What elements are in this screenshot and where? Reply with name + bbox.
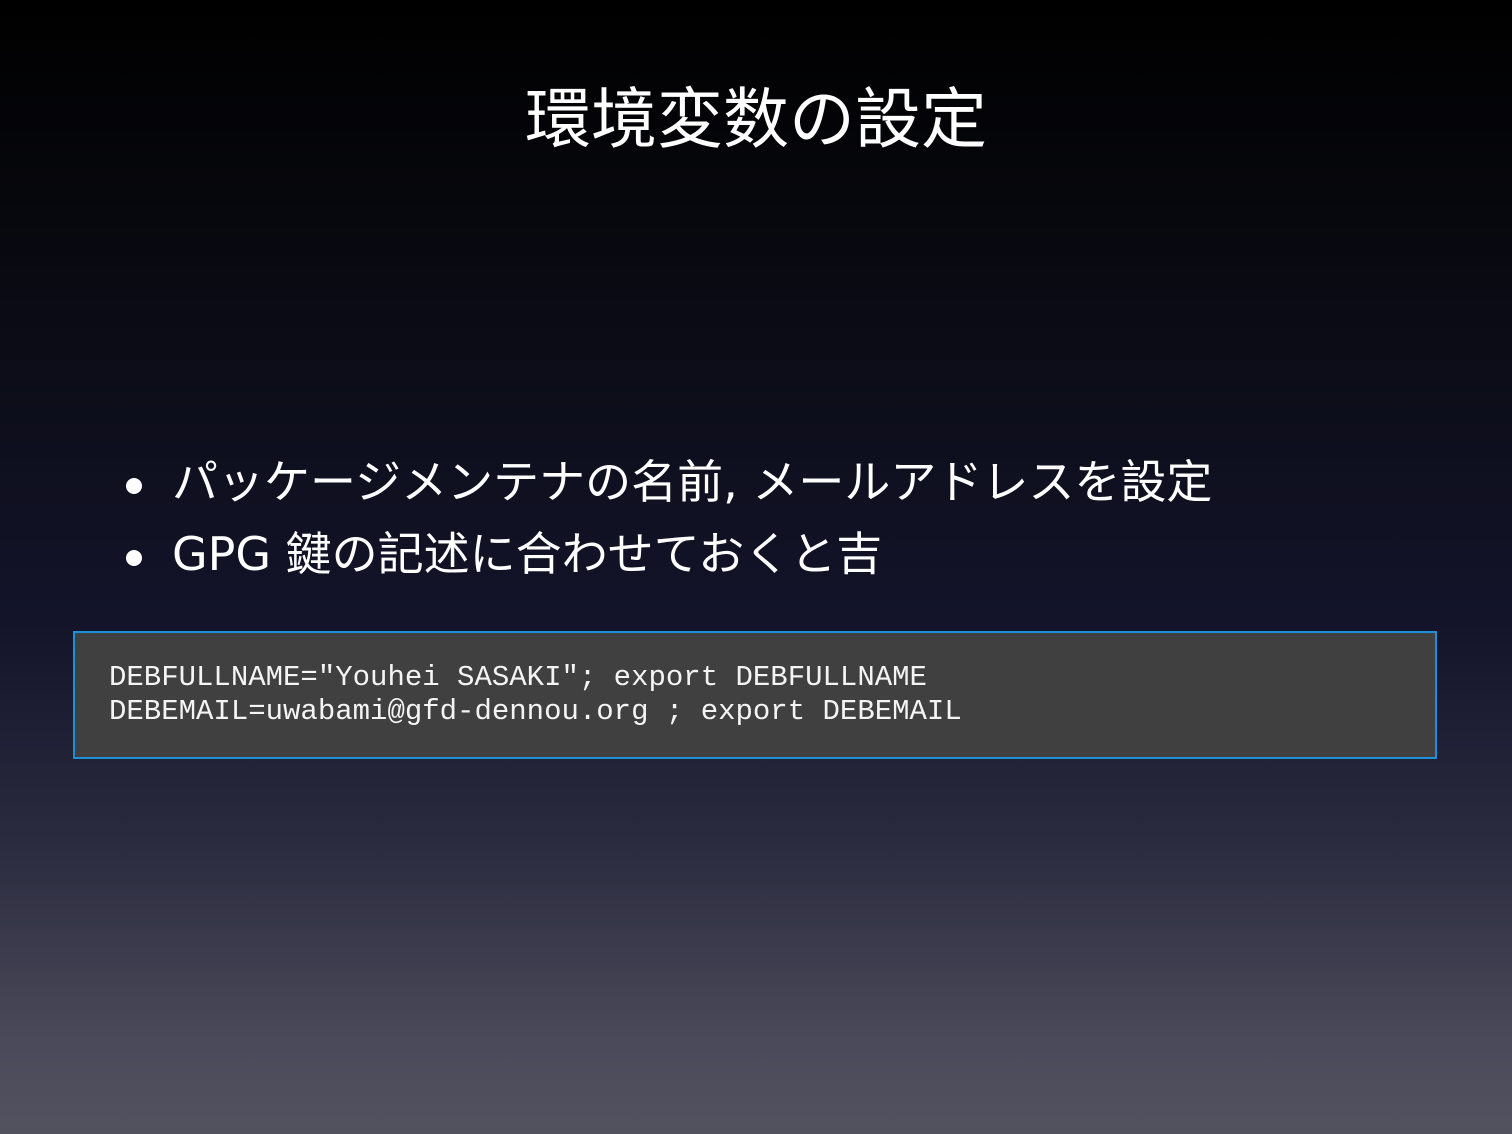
slide-title: 環境変数の設定 [525, 81, 987, 158]
code-line-debemail: DEBEMAIL=uwabami@gfd-dennou.org ; export… [109, 695, 962, 728]
bullet-item-gpg: GPG 鍵の記述に合わせておくと吉 [120, 518, 1212, 590]
bullet-text: GPG 鍵の記述に合わせておくと吉 [172, 527, 883, 581]
bullet-item-maintainer: パッケージメンテナの名前, メールアドレスを設定 [120, 446, 1212, 518]
bullet-dot-icon [126, 478, 142, 494]
code-line-debfullname: DEBFULLNAME="Youhei SASAKI"; export DEBF… [109, 661, 927, 694]
code-block: DEBFULLNAME="Youhei SASAKI"; export DEBF… [73, 631, 1437, 759]
bullet-text: パッケージメンテナの名前, メールアドレスを設定 [172, 455, 1213, 509]
bullet-dot-icon [126, 550, 142, 566]
bullet-list: パッケージメンテナの名前, メールアドレスを設定 GPG 鍵の記述に合わせておく… [120, 446, 1212, 590]
